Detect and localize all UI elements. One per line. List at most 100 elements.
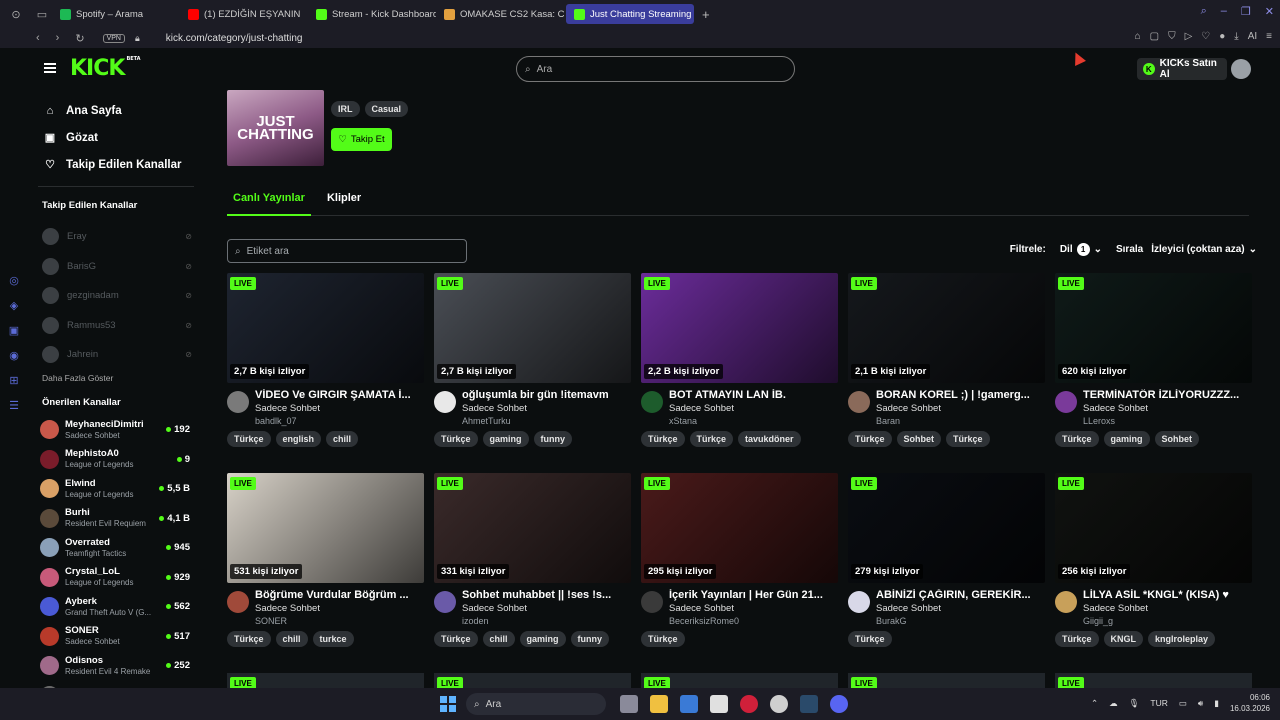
stream-thumbnail[interactable]: LIVE 2,1 B kişi izliyor [848, 273, 1045, 383]
browser-tab[interactable]: OMAKASE CS2 Kasa: CS2 [436, 0, 564, 28]
browser-tab[interactable]: Stream - Kick Dashboard [308, 0, 436, 28]
minimize-button[interactable]: – [1221, 5, 1227, 18]
stream-tag[interactable]: Türkçe [848, 431, 892, 447]
stream-card[interactable]: LIVE 531 kişi izliyor Böğrüme Vurdular Böğ… [227, 473, 424, 673]
reload-icon[interactable]: ↻ [75, 32, 84, 45]
tag-search-input[interactable]: ⌕ Etiket ara [227, 239, 467, 263]
bookmark-icon[interactable]: ⌂ [1135, 31, 1141, 42]
close-button[interactable]: ✕ [1265, 5, 1274, 18]
user-avatar[interactable] [1231, 59, 1251, 79]
followed-channel[interactable]: Jahrein ⊘ [42, 340, 192, 370]
forward-icon[interactable]: › [56, 32, 60, 45]
stream-title[interactable]: Böğrüme Vurdular Böğrüm ... [255, 589, 424, 602]
stream-tag[interactable]: english [275, 431, 322, 447]
channel-name[interactable]: LLeroxs [1083, 415, 1252, 427]
stream-category[interactable]: Sadece Sohbet [255, 602, 424, 615]
sidebar-item-1[interactable]: ▣ Gözat [44, 129, 208, 146]
steam-icon[interactable] [800, 695, 818, 713]
rail-icon[interactable]: ◎ [9, 274, 19, 287]
channel-name[interactable]: izoden [462, 615, 631, 627]
rail-icon[interactable]: ⊞ [9, 374, 18, 387]
stream-title[interactable]: Sohbet muhabbet || !ses !s... [462, 589, 631, 602]
maximize-button[interactable]: ❐ [1241, 5, 1251, 18]
search-icon[interactable]: ⌕ [1201, 5, 1207, 18]
recommended-channel[interactable]: SONER Sadece Sohbet 517 [40, 622, 190, 652]
stream-tag[interactable]: turkce [312, 631, 354, 647]
browser-tab[interactable]: Just Chatting Streaming - [566, 4, 694, 24]
channel-name[interactable]: bahdlk_07 [255, 415, 424, 427]
stream-tag[interactable]: chill [482, 631, 515, 647]
cloud-icon[interactable]: ☁ [1109, 698, 1118, 709]
channel-avatar[interactable] [434, 591, 456, 613]
channel-name[interactable]: AhmetTurku [462, 415, 631, 427]
stream-tag[interactable]: Türkçe [227, 631, 271, 647]
followed-channel[interactable]: gezginadam ⊘ [42, 281, 192, 311]
stream-tag[interactable]: knglroleplay [1148, 631, 1216, 647]
tab-clips[interactable]: Klipler [321, 192, 367, 216]
back-icon[interactable]: ‹ [36, 32, 40, 45]
stream-tag[interactable]: Türkçe [641, 631, 685, 647]
hamburger-icon[interactable] [44, 63, 56, 73]
tab-live[interactable]: Canlı Yayınlar [227, 192, 311, 216]
kick-logo[interactable]: KICK BETA [70, 56, 141, 81]
stream-tag[interactable]: Sohbet [896, 431, 942, 447]
language-filter[interactable]: Dil 1 ⌄ [1060, 243, 1102, 256]
stream-tag[interactable]: funny [570, 631, 610, 647]
sidebar-item-2[interactable]: ♡ Takip Edilen Kanallar [44, 156, 208, 173]
channel-avatar[interactable] [848, 391, 870, 413]
channel-name[interactable]: Baran [876, 415, 1045, 427]
task-view-icon[interactable] [620, 695, 638, 713]
stream-card[interactable]: LIVE 279 kişi izliyor ABİNİZİ ÇAĞIRIN, GER… [848, 473, 1045, 673]
rail-icon[interactable]: ◉ [9, 349, 19, 362]
stream-title[interactable]: LİLYA ASİL *KNGL* (KISA) ♥ [1083, 589, 1252, 602]
stream-title[interactable]: ABİNİZİ ÇAĞIRIN, GEREKİR... [876, 589, 1045, 602]
channel-name[interactable]: xStana [669, 415, 838, 427]
discord-icon[interactable] [830, 695, 848, 713]
battery-icon[interactable]: ▮ [1214, 698, 1219, 709]
stream-title[interactable]: VİDEO Ve GIRGIR ŞAMATA İ... [255, 389, 424, 402]
channel-avatar[interactable] [1055, 591, 1077, 613]
channel-avatar[interactable] [641, 391, 663, 413]
language-indicator[interactable]: TUR [1150, 698, 1167, 708]
stream-thumbnail[interactable]: LIVE 256 kişi izliyor [1055, 473, 1252, 583]
rail-icon[interactable]: ▣ [9, 324, 19, 337]
recommended-channel[interactable]: Overrated Teamfight Tactics 945 [40, 533, 190, 563]
stream-tag[interactable]: tavukdöner [738, 431, 801, 447]
stream-tag[interactable]: Türkçe [1055, 631, 1099, 647]
stream-thumbnail[interactable]: LIVE 279 kişi izliyor [848, 473, 1045, 583]
play-icon[interactable]: ▷ [1185, 31, 1193, 42]
stream-tag[interactable]: Türkçe [1055, 431, 1099, 447]
stream-tag[interactable]: Sohbet [1154, 431, 1200, 447]
stream-thumbnail[interactable]: LIVE 295 kişi izliyor [641, 473, 838, 583]
recommended-channel[interactable]: Burhi Resident Evil Requiem 4,1 B [40, 504, 190, 534]
follow-button[interactable]: ♡ Takip Et [331, 128, 392, 151]
stream-thumbnail[interactable]: LIVE 2,2 B kişi izliyor [641, 273, 838, 383]
stream-tag[interactable]: chill [326, 431, 359, 447]
stream-category[interactable]: Sadece Sohbet [876, 602, 1045, 615]
snapshot-icon[interactable]: ▢ [1150, 31, 1159, 42]
buy-kicks-button[interactable]: K KICKs Satın Al [1137, 58, 1227, 80]
sidebar-item-0[interactable]: ⌂ Ana Sayfa [44, 102, 208, 119]
show-more-link[interactable]: Daha Fazla Göster [42, 373, 113, 383]
sort-dropdown[interactable]: İzleyici (çoktan aza) ⌄ [1151, 244, 1257, 255]
stream-tag[interactable]: Türkçe [434, 631, 478, 647]
browser-tab[interactable]: Spotify – Arama [52, 0, 180, 28]
volume-icon[interactable]: 🔊︎ [1198, 698, 1203, 709]
stream-tag[interactable]: Türkçe [227, 431, 271, 447]
stream-tag[interactable]: gaming [1103, 431, 1150, 447]
channel-name[interactable]: SONER [255, 615, 424, 627]
store-icon[interactable] [710, 695, 728, 713]
file-explorer-icon[interactable] [650, 695, 668, 713]
recommended-channel[interactable]: MeyhaneciDimitri Sadece Sohbet 192 [40, 415, 190, 445]
channel-avatar[interactable] [227, 391, 249, 413]
stream-card[interactable]: LIVE 620 kişi izliyor TERMİNATÖR İZLİYORUZ… [1055, 273, 1252, 473]
stream-tag[interactable]: Türkçe [689, 431, 734, 447]
followed-channel[interactable]: Rammus53 ⊘ [42, 311, 192, 341]
vpn-badge[interactable]: VPN [102, 33, 125, 43]
stream-title[interactable]: İçerik Yayınları | Her Gün 21... [669, 589, 838, 602]
stream-title[interactable]: BORAN KOREL ;) | !gamerg... [876, 389, 1045, 402]
ai-icon[interactable]: AI [1248, 31, 1257, 42]
browser-tab[interactable]: (1) EZDİĞİN EŞYANIN [180, 0, 308, 28]
browser-menu-icon[interactable]: ⊙ [6, 4, 26, 24]
stream-tag[interactable]: Türkçe [946, 431, 990, 447]
